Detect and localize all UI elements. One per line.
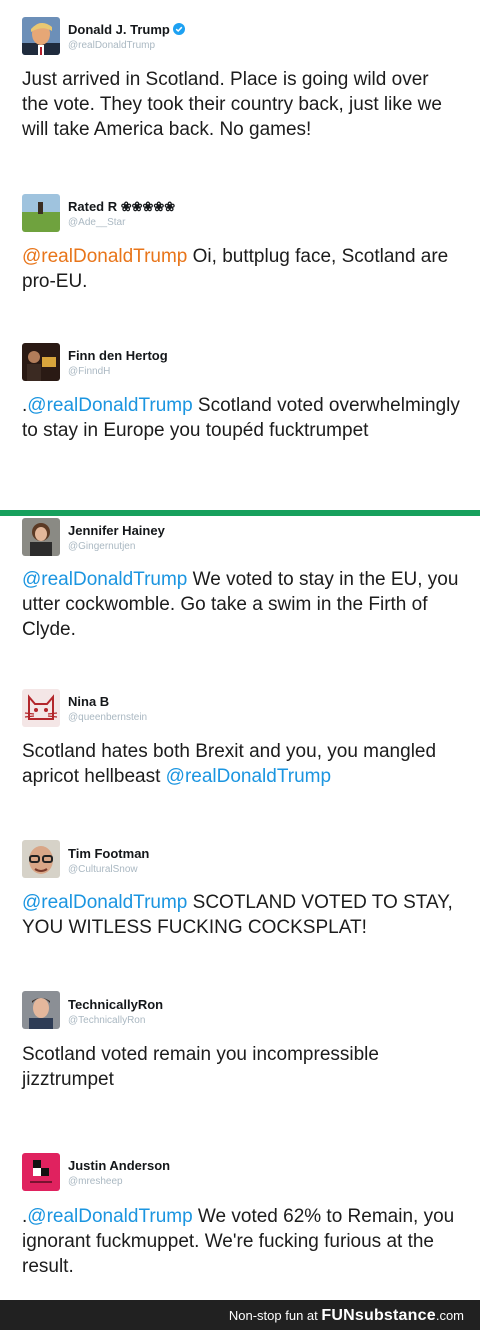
cat-avatar-icon: [22, 689, 60, 727]
mention-link[interactable]: @realDonaldTrump: [22, 246, 187, 267]
brand-tld: .com: [435, 1308, 464, 1323]
trump-avatar-icon: [22, 17, 60, 55]
tweet-text: Just arrived in Scotland. Place is going…: [22, 67, 460, 142]
person-avatar-icon: [22, 840, 60, 878]
tweet-text: @realDonaldTrump We voted to stay in the…: [22, 567, 460, 642]
footer-brand: FUNsubstance: [321, 1307, 435, 1324]
person-avatar-icon: [22, 343, 60, 381]
tweet-body: Just arrived in Scotland. Place is going…: [22, 69, 442, 140]
author-name[interactable]: Finn den Hertog: [68, 348, 168, 363]
avatar[interactable]: [22, 840, 60, 878]
watermark-footer: Non-stop fun at FUNsubstance.com: [0, 1300, 480, 1330]
field-avatar-icon: [22, 194, 60, 232]
brand-fun: FUN: [321, 1307, 355, 1324]
tweet-text: .@realDonaldTrump Scotland voted overwhe…: [22, 393, 460, 443]
verified-badge-icon: [172, 23, 185, 35]
mention-link[interactable]: @realDonaldTrump: [27, 1206, 192, 1227]
tweet-text: Scotland voted remain you incompressible…: [22, 1042, 460, 1092]
author-handle[interactable]: @queenbernstein: [68, 712, 147, 723]
brand-rest: substance: [354, 1307, 436, 1324]
tweet-body: Scotland voted remain you incompressible…: [22, 1044, 379, 1090]
author-name[interactable]: Rated R ❀❀❀❀❀: [68, 199, 175, 215]
avatar[interactable]: [22, 1153, 60, 1191]
person-avatar-icon: [22, 991, 60, 1029]
author-name[interactable]: Nina B: [68, 694, 109, 709]
author-name[interactable]: Donald J. Trump: [68, 22, 170, 37]
avatar[interactable]: [22, 689, 60, 727]
mention-link[interactable]: @realDonaldTrump: [22, 892, 187, 913]
author-name[interactable]: Tim Footman: [68, 846, 149, 861]
tweet-text: Scotland hates both Brexit and you, you …: [22, 739, 460, 789]
author-handle[interactable]: @TechnicallyRon: [68, 1015, 145, 1026]
section-divider: [0, 510, 480, 516]
tweet-text: @realDonaldTrump Oi, buttplug face, Scot…: [22, 244, 460, 294]
author-name[interactable]: Justin Anderson: [68, 1158, 170, 1173]
author-handle[interactable]: @mresheep: [68, 1176, 123, 1187]
author-handle[interactable]: @Gingernutjen: [68, 541, 135, 552]
tweet-text: @realDonaldTrump SCOTLAND VOTED TO STAY,…: [22, 890, 460, 940]
footer-tagline: Non-stop fun at: [228, 1308, 318, 1323]
avatar[interactable]: [22, 991, 60, 1029]
logo-avatar-icon: [22, 1153, 60, 1191]
watermark-text: Non-stop fun at FUNsubstance.com: [229, 1307, 464, 1325]
author-handle[interactable]: @Ade__Star: [68, 217, 125, 228]
mention-link[interactable]: @realDonaldTrump: [22, 569, 187, 590]
person-avatar-icon: [22, 518, 60, 556]
author-name[interactable]: Jennifer Hainey: [68, 523, 165, 538]
author-name[interactable]: TechnicallyRon: [68, 997, 163, 1012]
avatar[interactable]: [22, 343, 60, 381]
avatar[interactable]: [22, 194, 60, 232]
mention-link[interactable]: @realDonaldTrump: [27, 395, 192, 416]
author-handle[interactable]: @realDonaldTrump: [68, 40, 155, 51]
author-handle[interactable]: @FinndH: [68, 366, 110, 377]
tweet-text: .@realDonaldTrump We voted 62% to Remain…: [22, 1204, 460, 1279]
avatar[interactable]: [22, 17, 60, 55]
mention-link[interactable]: @realDonaldTrump: [166, 766, 331, 787]
avatar[interactable]: [22, 518, 60, 556]
author-handle[interactable]: @CulturalSnow: [68, 864, 138, 875]
